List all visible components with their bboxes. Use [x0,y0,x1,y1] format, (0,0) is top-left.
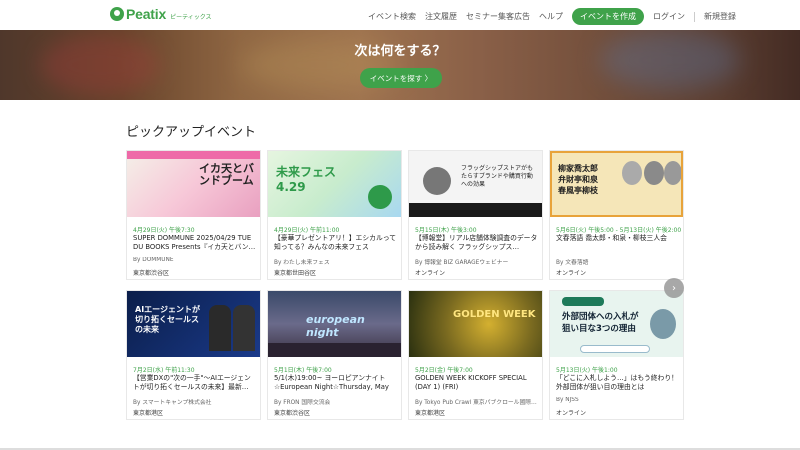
thumb-text: european night [306,313,365,339]
event-location: 東京都港区 [415,410,446,417]
find-events-button[interactable]: イベントを探す 〉 [360,68,442,88]
logo-subtext: ピーティックス [170,13,212,21]
event-location: オンライン [556,270,587,277]
event-location: 東京都渋谷区 [274,410,311,417]
event-organizer: By FRON 国際交流会 [274,400,331,406]
badge-circle [368,185,392,209]
speaker-photo [209,305,231,351]
thumb-text: GOLDEN WEEK [453,309,536,320]
event-organizer: By 博報堂 BIZ GARAGEウェビナー [415,260,509,266]
event-thumbnail: GOLDEN WEEK [409,291,542,357]
thumb-text: 未来フェス 4.29 [276,165,337,194]
peatix-logo-icon [110,7,124,21]
nav-event-search[interactable]: イベント検索 [368,11,416,22]
site-header: Peatix ピーティックス イベント検索 注文履歴 セミナー集客広告 ヘルプ … [0,0,800,30]
chevron-right-icon: › [672,282,676,294]
event-organizer: By スマートキャンプ株式会社 [133,400,212,406]
speaker-photo [423,167,451,195]
pickup-events-title: ピックアップイベント [126,125,257,140]
cityscape-silhouette [268,343,401,357]
nav-help[interactable]: ヘルプ [539,11,563,22]
create-event-button[interactable]: イベントを作成 [572,8,644,25]
event-thumbnail: 未来フェス 4.29 [268,151,401,217]
thumb-text: 柳家喬太郎 弁財亭和泉 春風亭柳枝 [558,164,598,195]
event-date: 4月29日(火) 午後7:30 [133,227,195,234]
event-title: 文春落語 喬太郎・和泉・柳枝三人会 [556,234,667,242]
event-title: 【豪華プレゼントアリ！】エシカルって知ってる？みんなの未来フェス [274,234,397,251]
event-card[interactable]: 柳家喬太郎 弁財亭和泉 春風亭柳枝 5月6日(火) 午後5:00 - 5月13日… [549,150,684,280]
event-thumbnail: 柳家喬太郎 弁財亭和泉 春風亭柳枝 [550,151,683,217]
event-title: 【博報堂】リアル店舗体験調査のデータから読み解く フラッグシップス… [415,234,538,251]
event-card[interactable]: イカ天とバンドブーム 4月29日(火) 午後7:30 SUPER DOMMUNE… [126,150,261,280]
speaker-photo [644,161,664,185]
event-title: SUPER DOMMUNE 2025/04/29 TUE DU BOOKS Pr… [133,234,256,251]
event-date: 5月13日(火) 午後1:00 [556,367,618,374]
thumb-text: イカ天とバンドブーム [199,162,254,187]
speaker-photo [233,305,255,351]
event-title: GOLDEN WEEK KICKOFF SPECIAL (DAY 1) (FRI… [415,374,527,391]
event-thumbnail: european night [268,291,401,357]
event-title: 5/1(木)19:00~ ヨーロピアンナイト☆European Night☆Th… [274,374,389,391]
nav-order-history[interactable]: 注文履歴 [425,11,457,22]
event-date: 5月6日(火) 午後5:00 - 5月13日(火) 午後2:00 [556,227,682,234]
event-title: 【営業DXの"次の一手"〜AIエージェントが切り拓くセールスの未来】最新… [133,374,251,391]
nav-login[interactable]: ログイン [653,11,685,22]
speaker-photo [622,161,642,185]
thumb-text: フラッグシップストアがもたらすブランドや購買行動への効果 [461,165,534,188]
logo-text: Peatix [126,6,167,22]
event-card[interactable]: AIエージェントが切り拓くセールスの未来 7月2日(水) 午前11:30 【営業… [126,290,261,420]
thumb-pill [580,345,650,353]
nav-divider [694,11,695,22]
event-title: 「どこに入札しよう…」はもう終わり！外部団体が狙い目の理由とは [556,374,678,391]
main-nav: イベント検索 注文履歴 セミナー集客広告 ヘルプ イベントを作成 ログイン 新規… [368,8,745,25]
event-organizer: By 文春落語 [556,260,589,266]
event-card[interactable]: 外部団体への入札が狙い目な3つの理由 5月13日(火) 午後1:00 「どこに入… [549,290,684,420]
carousel-next-button[interactable]: › [664,278,684,298]
peatix-logo[interactable]: Peatix ピーティックス [110,6,212,22]
hero-title: 次は何をする？ [354,44,446,59]
thumb-band [409,203,542,217]
event-organizer: By わたし未来フェス [274,260,330,266]
event-thumbnail: フラッグシップストアがもたらすブランドや購買行動への効果 [409,151,542,217]
event-organizer: By Tokyo Pub Crawl 東京パブクロール國際… [415,400,537,406]
event-card[interactable]: european night 5月1日(木) 午後7:00 5/1(木)19:0… [267,290,402,420]
event-date: 5月2日(金) 午後7:00 [415,367,473,374]
event-thumbnail: イカ天とバンドブーム [127,151,260,217]
event-location: 東京都渋谷区 [133,270,170,277]
event-location: 東京都港区 [133,410,164,417]
event-date: 5月15日(木) 午後3:00 [415,227,477,234]
event-date: 4月29日(火) 午前11:00 [274,227,340,234]
event-thumbnail: 外部団体への入札が狙い目な3つの理由 [550,291,683,357]
event-location: オンライン [556,410,587,417]
event-organizer: By DOMMUNE [133,257,174,263]
event-thumbnail: AIエージェントが切り拓くセールスの未来 [127,291,260,357]
event-location: オンライン [415,270,446,277]
thumb-text: 外部団体への入札が狙い目な3つの理由 [562,312,639,334]
event-card[interactable]: フラッグシップストアがもたらすブランドや購買行動への効果 5月15日(木) 午後… [408,150,543,280]
event-card[interactable]: GOLDEN WEEK 5月2日(金) 午後7:00 GOLDEN WEEK K… [408,290,543,420]
thumb-text: AIエージェントが切り拓くセールスの未来 [135,305,201,334]
speaker-photo [650,309,676,339]
event-date: 5月1日(木) 午後7:00 [274,367,332,374]
thumb-label [562,297,604,306]
nav-signup[interactable]: 新規登録 [704,11,736,22]
speaker-photo [664,161,681,185]
event-location: 東京都世田谷区 [274,270,317,277]
event-organizer: By NJSS [556,397,579,403]
event-date: 7月2日(水) 午前11:30 [133,367,195,374]
event-card[interactable]: 未来フェス 4.29 4月29日(火) 午前11:00 【豪華プレゼントアリ！】… [267,150,402,280]
nav-seminar-ad[interactable]: セミナー集客広告 [466,11,530,22]
hero-banner: 次は何をする？ イベントを探す 〉 [0,30,800,100]
thumb-band [127,151,260,159]
